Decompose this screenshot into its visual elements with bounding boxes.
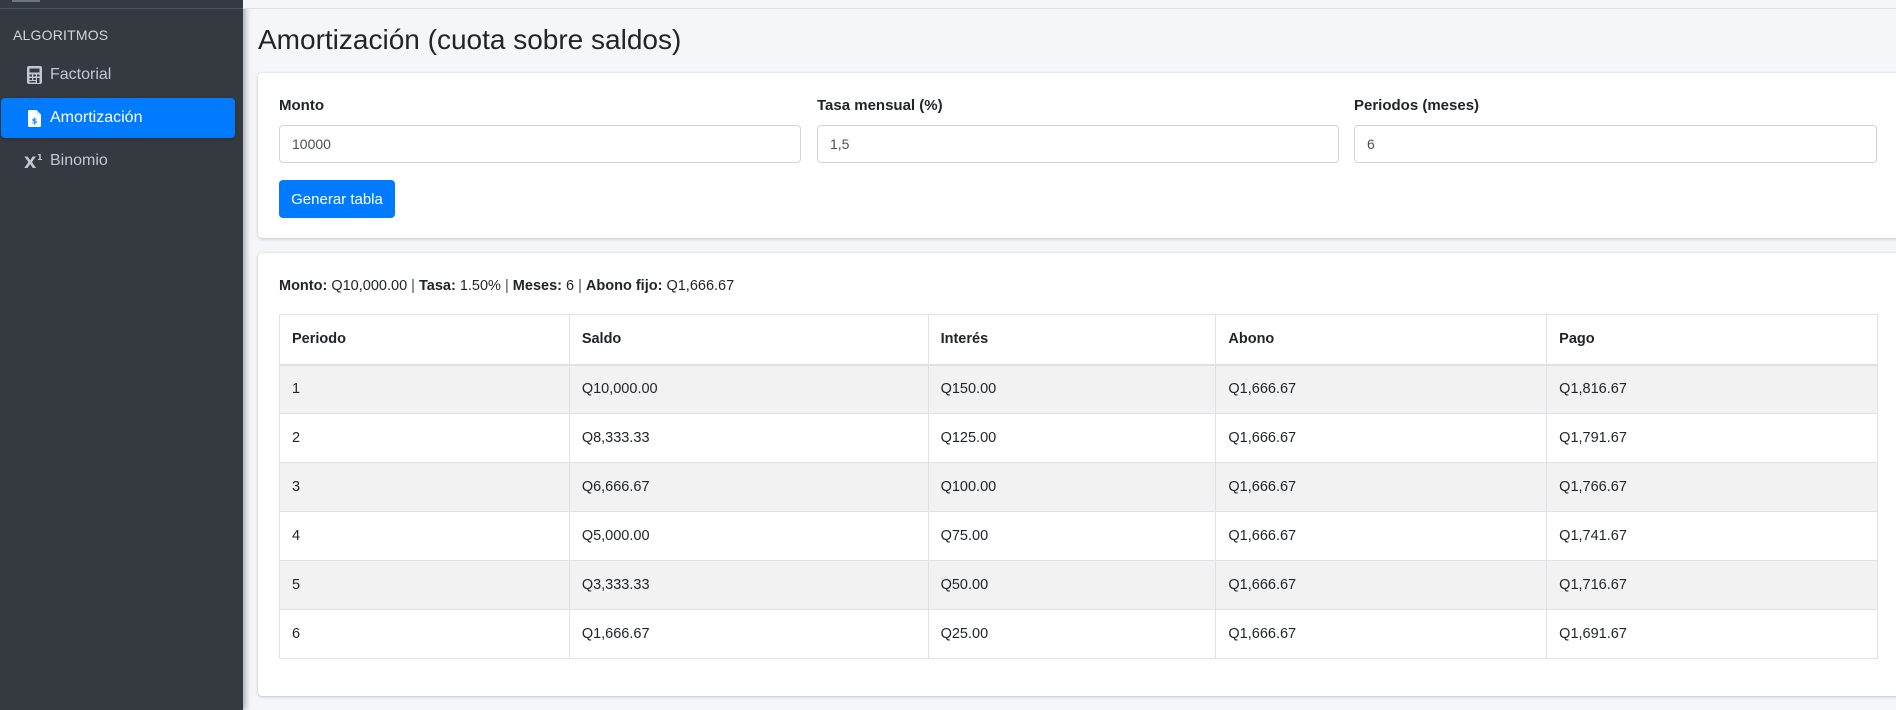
sidebar-item-label: Amortización [50,109,143,126]
column-header-abono: Abono [1215,314,1548,366]
cell-periodo: 1 [279,364,570,414]
sidebar-top-divider [0,0,243,9]
cell-saldo: Q6,666.67 [568,462,929,512]
cell-periodo: 3 [279,462,570,512]
cell-saldo: Q1,666.67 [568,609,929,659]
table-header-row: Periodo Saldo Interés Abono Pago [279,314,1878,366]
summary-separator: | [578,278,582,294]
summary-separator: | [504,278,509,294]
cell-interes: Q125.00 [927,413,1217,463]
cell-pago: Q1,691.67 [1546,609,1878,659]
summary-line: Monto: Q10,000.00 | Tasa: 1.50% | Meses:… [279,278,734,294]
svg-text:X: X [24,153,37,169]
periodos-label: Periodos (meses) [1354,97,1480,114]
cell-periodo: 5 [279,560,570,610]
cell-pago: Q1,741.67 [1546,511,1878,561]
monto-label: Monto [279,97,324,114]
column-header-saldo: Saldo [568,314,929,366]
tasa-label: Tasa mensual (%) [817,97,943,114]
cell-abono: Q1,666.67 [1215,462,1548,512]
table-row: 5 Q3,333.33 Q50.00 Q1,666.67 Q1,716.67 [279,560,1878,610]
sidebar-item-label: Factorial [50,66,112,83]
summary-meses-value: 6 [566,278,575,294]
sidebar-item-amortizacion[interactable]: $ Amortización [1,98,235,138]
page-title: Amortización (cuota sobre saldos) [258,24,682,55]
summary-tasa-label: Tasa: [418,278,456,294]
summary-monto-value: Q10,000.00 [331,278,408,294]
cell-saldo: Q10,000.00 [568,364,929,414]
amortization-form-card: Monto Tasa mensual (%) Periodos (meses) … [258,73,1896,238]
cell-interes: Q100.00 [927,462,1217,512]
cell-saldo: Q3,333.33 [568,560,929,610]
svg-text:$: $ [31,116,37,125]
top-navbar [243,0,1896,9]
tasa-input[interactable] [817,125,1339,163]
cell-saldo: Q8,333.33 [568,413,929,463]
cell-abono: Q1,666.67 [1215,560,1548,610]
table-row: 1 Q10,000.00 Q150.00 Q1,666.67 Q1,816.67 [279,364,1878,414]
table-row: 3 Q6,666.67 Q100.00 Q1,666.67 Q1,766.67 [279,462,1878,512]
cell-saldo: Q5,000.00 [568,511,929,561]
generar-tabla-button[interactable]: Generar tabla [279,180,395,218]
amortization-table: Periodo Saldo Interés Abono Pago 1 Q10,0… [279,314,1878,659]
monto-input[interactable] [279,125,801,163]
column-header-pago: Pago [1546,314,1878,366]
superscript-icon: X 1 [20,153,48,169]
cell-abono: Q1,666.67 [1215,609,1548,659]
column-header-periodo: Periodo [279,314,570,366]
sidebar-item-factorial[interactable]: Factorial [1,55,235,95]
cell-interes: Q75.00 [927,511,1217,561]
sidebar-item-binomio[interactable]: X 1 Binomio [1,141,235,181]
amortization-result-card: Monto: Q10,000.00 | Tasa: 1.50% | Meses:… [258,253,1896,696]
cell-pago: Q1,716.67 [1546,560,1878,610]
calculator-icon [20,66,48,84]
file-invoice-dollar-icon: $ [20,109,48,127]
sidebar: ALGORITMOS Factorial $ Amortización X 1 … [0,0,243,710]
summary-abono-label: Abono fijo: [585,278,663,294]
summary-tasa-value: 1.50% [459,278,501,294]
sidebar-item-label: Binomio [50,152,108,169]
cell-interes: Q150.00 [927,364,1217,414]
cell-interes: Q50.00 [927,560,1217,610]
svg-text:1: 1 [37,153,43,162]
nav-header: ALGORITMOS [13,27,109,43]
summary-abono-value: Q1,666.67 [666,278,735,294]
cell-periodo: 2 [279,413,570,463]
cell-interes: Q25.00 [927,609,1217,659]
table-row: 2 Q8,333.33 Q125.00 Q1,666.67 Q1,791.67 [279,413,1878,463]
cell-pago: Q1,791.67 [1546,413,1878,463]
cell-periodo: 6 [279,609,570,659]
table-row: 4 Q5,000.00 Q75.00 Q1,666.67 Q1,741.67 [279,511,1878,561]
cell-abono: Q1,666.67 [1215,511,1548,561]
summary-separator: | [411,278,415,294]
cell-abono: Q1,666.67 [1215,364,1548,414]
periodos-input[interactable] [1354,125,1877,163]
cell-abono: Q1,666.67 [1215,413,1548,463]
summary-meses-label: Meses: [512,278,562,294]
cell-periodo: 4 [279,511,570,561]
table-row: 6 Q1,666.67 Q25.00 Q1,666.67 Q1,691.67 [279,609,1878,659]
column-header-interes: Interés [927,314,1217,366]
summary-monto-label: Monto: [279,278,328,294]
cell-pago: Q1,766.67 [1546,462,1878,512]
cell-pago: Q1,816.67 [1546,364,1878,414]
